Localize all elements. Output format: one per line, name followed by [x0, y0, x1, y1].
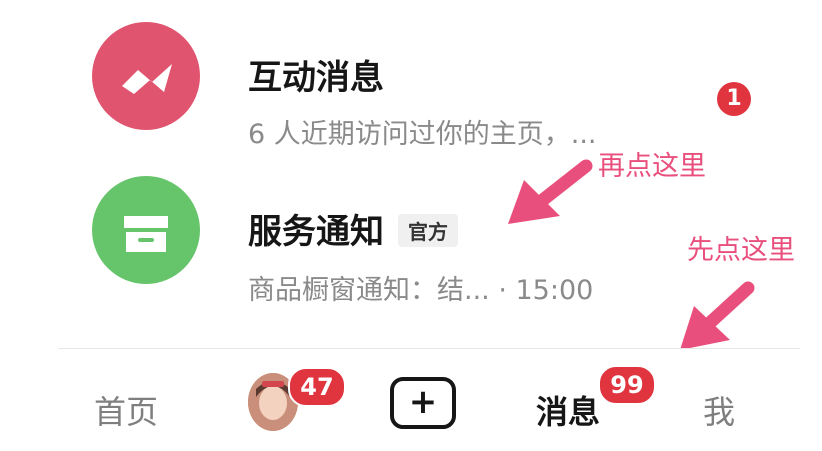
arrow-to-service-row-icon [508, 159, 593, 224]
create-button[interactable]: + [390, 377, 456, 429]
friends-badge: 47 [288, 367, 346, 407]
bottom-tab-bar: 首页 47 + 消息 99 我 [58, 348, 800, 451]
tab-me[interactable]: 我 [703, 387, 735, 433]
messages-badge: 99 [598, 365, 656, 405]
message-screen: 互动消息 6 人近期访问过你的主页，... 1 服务通知 官方 商品橱窗通知：结.… [0, 0, 822, 451]
tab-home[interactable]: 首页 [94, 387, 158, 433]
tab-messages[interactable]: 消息 [536, 387, 600, 433]
arrow-to-messages-tab-icon [680, 281, 755, 350]
